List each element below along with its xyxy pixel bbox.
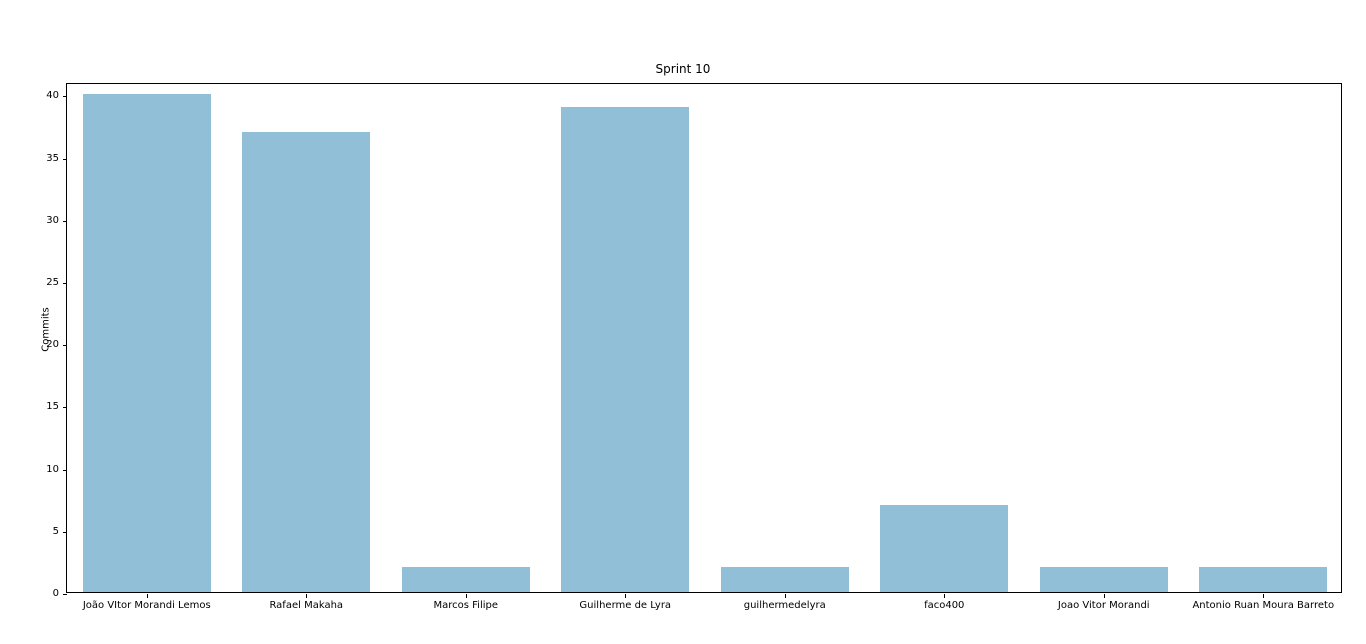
bar [721,567,849,592]
y-tick-label: 15 [46,401,59,412]
y-tick-label: 10 [46,464,59,475]
y-tick-mark [63,407,67,408]
y-tick-label: 35 [46,153,59,164]
bar [402,567,530,592]
x-tick-mark [147,594,148,598]
y-tick-label: 5 [53,526,59,537]
x-tick-mark [785,594,786,598]
x-tick-label: João VItor Morandi Lemos [83,600,211,611]
x-tick-mark [1104,594,1105,598]
x-tick-mark [944,594,945,598]
x-tick-label: faco400 [924,600,964,611]
y-tick-mark [63,532,67,533]
x-tick-mark [306,594,307,598]
plot-area [67,84,1341,592]
chart-axes: 0510152025303540João VItor Morandi Lemos… [66,83,1342,593]
bar [83,94,211,592]
y-tick-label: 0 [53,588,59,599]
y-tick-mark [63,594,67,595]
y-tick-label: 40 [46,90,59,101]
x-tick-label: guilhermedelyra [744,600,826,611]
y-tick-label: 25 [46,277,59,288]
y-axis-label: Commits [41,300,52,360]
x-tick-mark [466,594,467,598]
x-tick-mark [625,594,626,598]
x-tick-label: Guilherme de Lyra [579,600,671,611]
y-tick-label: 30 [46,215,59,226]
bar [1199,567,1327,592]
bar [561,107,689,592]
y-tick-mark [63,221,67,222]
y-tick-mark [63,159,67,160]
chart-title: Sprint 10 [0,62,1366,76]
x-tick-label: Antonio Ruan Moura Barreto [1192,600,1334,611]
x-tick-mark [1263,594,1264,598]
bar [880,505,1008,592]
bar [1040,567,1168,592]
bar [242,132,370,592]
y-tick-mark [63,470,67,471]
x-tick-label: Rafael Makaha [269,600,343,611]
y-tick-mark [63,345,67,346]
y-tick-mark [63,283,67,284]
y-tick-mark [63,96,67,97]
x-tick-label: Marcos Filipe [433,600,498,611]
x-tick-label: Joao Vitor Morandi [1058,600,1150,611]
chart-figure: Sprint 10 0510152025303540João VItor Mor… [0,0,1366,644]
